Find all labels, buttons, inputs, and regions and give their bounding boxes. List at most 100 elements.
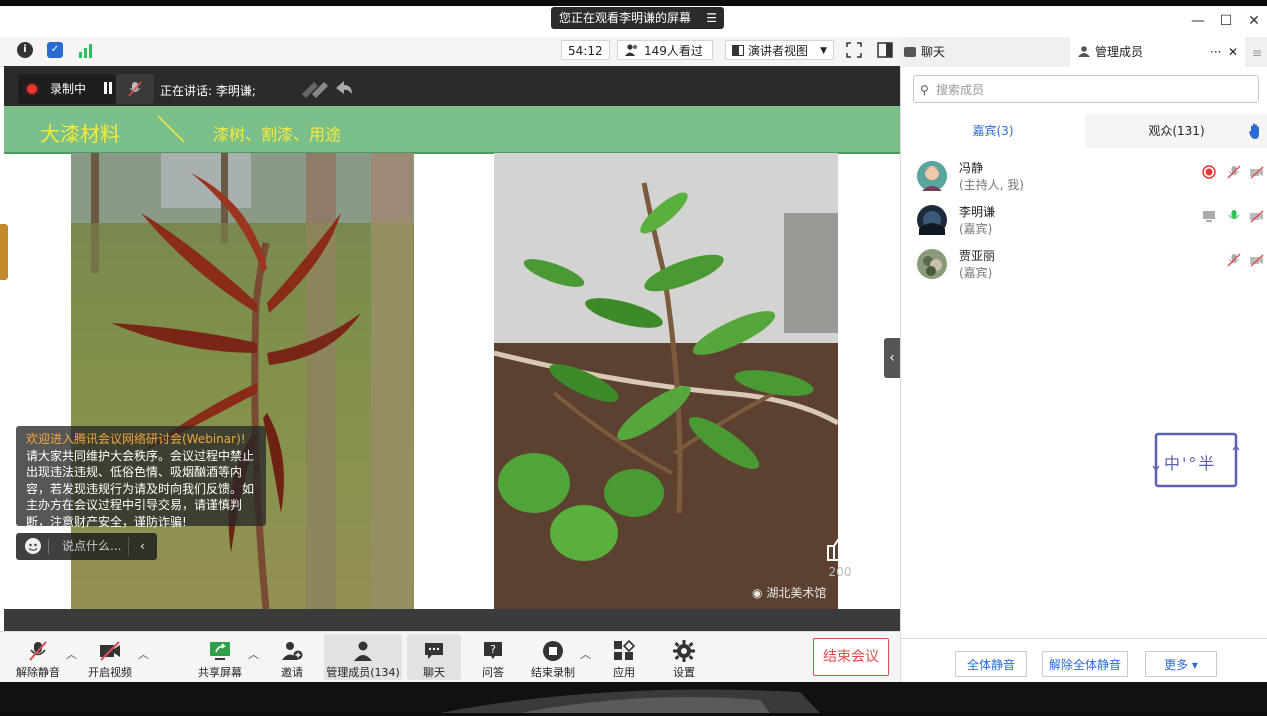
invite-label: 邀请	[281, 666, 303, 679]
chevron-left-icon[interactable]: ‹	[140, 533, 145, 560]
mic-muted-icon[interactable]	[1227, 253, 1241, 267]
camera-off-icon[interactable]	[1250, 253, 1264, 267]
chat-input[interactable]: 说点什么... ‹	[16, 533, 157, 560]
view-mode-dropdown[interactable]: 演讲者视图 ▼	[725, 40, 834, 60]
more-icon[interactable]: ···	[1210, 37, 1221, 67]
share-screen-button[interactable]: 共享屏幕	[190, 634, 250, 680]
manage-members-button[interactable]: 管理成员(134)	[324, 634, 402, 680]
viewers-count[interactable]: 149人看过	[617, 40, 713, 60]
like-button[interactable]: 200	[824, 534, 856, 582]
mic-muted-icon[interactable]	[1227, 165, 1241, 179]
share-screen-icon	[210, 642, 230, 660]
member-row[interactable]: 贾亚丽 (嘉宾)	[917, 247, 1264, 287]
member-row[interactable]: 李明谦 (嘉宾)	[917, 203, 1264, 243]
viewers-label: 149人看过	[644, 44, 703, 58]
close-panel-button[interactable]: ✕	[1228, 37, 1238, 67]
like-count: 200	[828, 565, 852, 579]
slide-subtitle: 漆树、割漆、用途	[213, 125, 342, 144]
settings-button[interactable]: 设置	[654, 634, 714, 680]
pause-icon[interactable]	[104, 82, 112, 94]
search-icon: ⚲	[920, 83, 929, 97]
sidebar-toggle-icon[interactable]	[877, 42, 893, 58]
invite-button[interactable]: 邀请	[262, 634, 322, 680]
camera-off-icon[interactable]	[1250, 165, 1264, 179]
screen-share-banner[interactable]: 您正在观看李明谦的屏幕 ☰	[551, 7, 724, 29]
panel-tab-bar: 聊天 管理成员 ··· ✕ ≡	[900, 37, 1267, 68]
annotation-tools-icon[interactable]	[302, 78, 352, 98]
wechat-icon: ◉	[752, 586, 763, 600]
tab-chat[interactable]: 聊天	[904, 37, 1064, 67]
qa-button[interactable]: ? 问答	[463, 634, 523, 680]
info-icon[interactable]: i	[17, 42, 33, 58]
chevron-up-icon[interactable]: ︿	[248, 646, 259, 662]
member-name: 冯静	[959, 161, 984, 175]
apps-button[interactable]: 应用	[594, 634, 654, 680]
chevron-up-icon[interactable]: ︿	[138, 646, 149, 662]
tab-guests[interactable]: 嘉宾(3)	[901, 114, 1085, 148]
panel-menu-icon[interactable]: ≡	[1252, 46, 1262, 60]
avatar	[917, 161, 947, 191]
title-bar: 您正在观看李明谦的屏幕 ☰ — ☐ ✕	[0, 6, 1267, 37]
thumbs-up-icon	[827, 535, 854, 561]
screen-share-text: 您正在观看李明谦的屏幕	[559, 11, 692, 25]
mute-all-button[interactable]: 全体静音	[955, 651, 1027, 677]
recording-status-button[interactable]: 录制中	[18, 74, 116, 104]
record-dot-icon	[27, 84, 37, 94]
search-input[interactable]: ⚲ 搜索成员	[913, 75, 1259, 103]
more-options-button[interactable]: 更多 ▾	[1145, 651, 1217, 677]
start-video-button[interactable]: 开启视频	[80, 634, 140, 680]
mic-muted-icon	[29, 641, 47, 661]
chevron-down-icon: ▼	[820, 46, 827, 56]
shield-icon[interactable]: ✓	[47, 42, 63, 58]
question-icon: ?	[484, 642, 502, 659]
apps-icon	[614, 640, 635, 660]
meeting-window: 您正在观看李明谦的屏幕 ☰ — ☐ ✕ i ✓ 54:12 149人看过 演讲者…	[0, 6, 1267, 682]
end-recording-button[interactable]: 结束录制	[523, 634, 583, 680]
notice-heading: 欢迎进入腾讯会议网络研讨会(Webinar)!	[26, 432, 246, 446]
tab-chat-label: 聊天	[921, 45, 946, 59]
member-name: 李明谦	[959, 205, 996, 219]
close-window-button[interactable]: ✕	[1244, 13, 1264, 29]
tab-members-label: 管理成员	[1095, 45, 1144, 59]
mic-active-icon[interactable]	[1227, 209, 1241, 223]
settings-label: 设置	[673, 666, 695, 679]
chat-button[interactable]: 聊天	[407, 634, 461, 680]
bottom-toolbar: 解除静音 ︿ 开启视频 ︿ 共享屏幕 ︿ 邀请 管理成员(134) 聊天 ? 问…	[0, 631, 900, 682]
apps-label: 应用	[613, 666, 635, 679]
camera-off-icon[interactable]	[1250, 209, 1264, 223]
tab-audience[interactable]: 观众(131)	[1085, 114, 1267, 148]
fullscreen-icon[interactable]	[846, 42, 862, 58]
floating-input-widget[interactable]: 中'°半	[1152, 430, 1240, 490]
chevron-up-icon[interactable]: ︿	[66, 646, 77, 662]
member-row[interactable]: 冯静 (主持人, 我)	[917, 159, 1264, 199]
member-name: 贾亚丽	[959, 249, 996, 263]
view-mode-label: 演讲者视图	[748, 44, 809, 58]
lacquer-tree-photo-right	[494, 153, 838, 609]
menu-icon[interactable]: ☰	[706, 7, 717, 29]
member-role: (嘉宾)	[959, 266, 993, 280]
layout-icon	[732, 45, 744, 56]
collapse-panel-button[interactable]: ‹	[884, 338, 900, 378]
minimize-button[interactable]: —	[1188, 13, 1208, 29]
camera-off-icon	[100, 641, 120, 661]
end-meeting-button[interactable]: 结束会议	[813, 638, 889, 676]
svg-text:?: ?	[490, 643, 496, 656]
chat-placeholder: 说点什么...	[62, 539, 122, 553]
speaker-mic-indicator	[116, 74, 154, 104]
maximize-button[interactable]: ☐	[1216, 13, 1236, 29]
meeting-timer: 54:12	[561, 40, 610, 60]
tab-manage-members[interactable]: 管理成员 ··· ✕	[1070, 37, 1245, 67]
avatar	[917, 205, 947, 235]
side-handle[interactable]	[0, 224, 8, 280]
raise-hand-icon[interactable]	[1249, 123, 1261, 139]
chevron-up-icon[interactable]: ︿	[580, 646, 591, 662]
add-user-icon	[282, 642, 303, 660]
signal-icon[interactable]	[78, 44, 94, 58]
emoji-icon[interactable]	[25, 538, 41, 554]
content-bottom-strip	[4, 609, 900, 631]
unmute-button[interactable]: 解除静音	[8, 634, 68, 680]
share-screen-label: 共享屏幕	[198, 666, 242, 679]
panel-footer: 全体静音 解除全体静音 更多 ▾	[901, 638, 1267, 682]
member-role: (主持人, 我)	[959, 178, 1024, 192]
unmute-all-button[interactable]: 解除全体静音	[1042, 651, 1128, 677]
